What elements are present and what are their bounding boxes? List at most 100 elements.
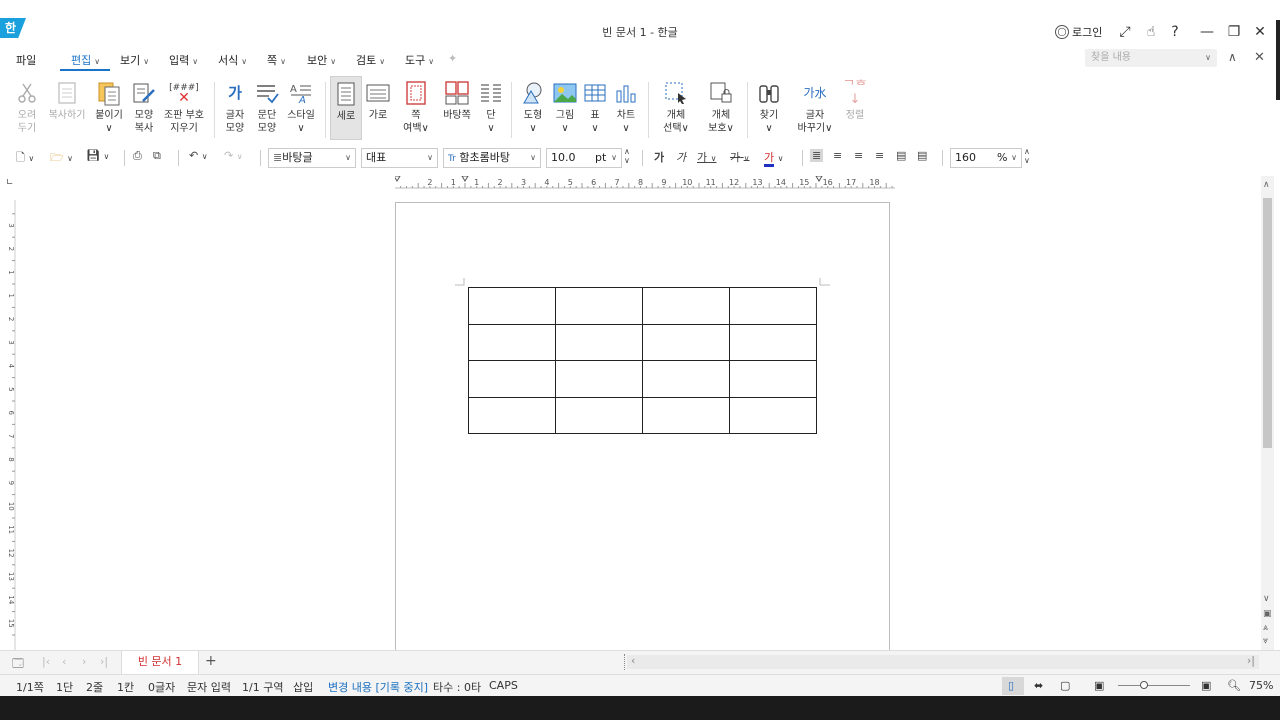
redo-icon[interactable]: ↷ ∨: [224, 149, 243, 162]
menu-insert[interactable]: 입력 ∨: [169, 52, 198, 68]
extension-icon[interactable]: ✦: [448, 52, 457, 65]
underline-button[interactable]: 가 ∨: [697, 149, 716, 165]
chart-button[interactable]: 차트 ∨: [613, 80, 639, 135]
table-cell[interactable]: [729, 360, 817, 398]
print-preview-icon[interactable]: ⧉: [153, 149, 161, 163]
select-object-button[interactable]: 개체 선택∨: [660, 80, 692, 135]
status-insert[interactable]: 삽입: [293, 679, 313, 695]
login-button[interactable]: ◯ 로그인: [1055, 23, 1102, 41]
line-spacing-input[interactable]: 160 % ∨: [950, 148, 1022, 168]
table-cell[interactable]: [555, 396, 643, 434]
add-tab-button[interactable]: +: [205, 653, 217, 669]
collapse-ribbon-icon[interactable]: ∧: [1228, 50, 1237, 64]
table-cell[interactable]: [468, 287, 556, 325]
menu-file[interactable]: 파일: [16, 52, 36, 68]
search-input[interactable]: 찾을 내용 ∨: [1085, 49, 1217, 67]
strikethrough-button[interactable]: 가 ∨: [730, 149, 749, 165]
fullscreen-icon[interactable]: ⤢: [1115, 22, 1135, 42]
next-tab-icon[interactable]: ›: [82, 655, 86, 668]
find-button[interactable]: 찾기 ∨: [756, 80, 782, 135]
language-select[interactable]: 대표 ∨: [361, 148, 438, 168]
scroll-up-icon[interactable]: ∧: [1263, 180, 1270, 190]
close-ribbon-icon[interactable]: ✕: [1254, 50, 1265, 65]
vertical-scrollbar[interactable]: ∧ ∨ ▣ ⩓ ⩔: [1261, 176, 1274, 650]
replace-char-button[interactable]: 가水 글자 바꾸기∨: [795, 80, 835, 135]
cut-button[interactable]: 오려 두기: [12, 80, 42, 135]
table-cell[interactable]: [555, 323, 643, 361]
columns-button[interactable]: 단 ∨: [479, 80, 503, 135]
sort-button[interactable]: ᄀᄒ↓ 정렬: [842, 80, 868, 122]
align-distribute-icon[interactable]: ▤: [896, 149, 906, 162]
first-tab-icon[interactable]: |‹: [42, 655, 50, 668]
table-cell[interactable]: [729, 323, 817, 361]
table-cell[interactable]: [642, 396, 730, 434]
copy-button[interactable]: 복사하기: [46, 80, 88, 122]
page-border-button[interactable]: 바탕쪽: [440, 80, 474, 122]
font-size-stepper[interactable]: ∧ ∨: [624, 147, 630, 165]
status-page[interactable]: 1/1쪽: [16, 679, 44, 695]
scroll-down-icon[interactable]: ∨: [1263, 594, 1270, 604]
line-spacing-stepper[interactable]: ∧ ∨: [1024, 147, 1030, 165]
open-folder-icon[interactable]: 🗁 ∨: [50, 149, 73, 168]
table-cell[interactable]: [729, 287, 817, 325]
tab-document-1[interactable]: 빈 문서 1: [121, 651, 199, 674]
prev-tab-icon[interactable]: ‹: [62, 655, 66, 668]
status-input-mode[interactable]: 문자 입력: [187, 679, 231, 695]
menu-edit[interactable]: 편집 ∨: [71, 52, 100, 68]
fit-page-icon[interactable]: ▢: [1060, 679, 1070, 692]
char-shape-button[interactable]: 가 글자 모양: [222, 80, 248, 135]
table-cell[interactable]: [468, 360, 556, 398]
zoom-options-icon[interactable]: ▣: [1094, 679, 1104, 692]
vertical-ruler[interactable]: 321123456789101112131415: [4, 200, 18, 650]
document-table[interactable]: [468, 287, 817, 434]
table-cell[interactable]: [555, 360, 643, 398]
last-tab-icon[interactable]: ›|: [100, 655, 108, 668]
save-icon[interactable]: 💾︎ ∨: [86, 149, 109, 162]
paste-button[interactable]: 붙이기 ∨: [93, 80, 125, 135]
table-cell[interactable]: [642, 360, 730, 398]
align-left-icon[interactable]: ≡: [833, 149, 842, 162]
status-track-changes[interactable]: 변경 내용 [기록 중지]: [328, 679, 428, 695]
align-right-icon[interactable]: ≡: [875, 149, 884, 162]
scroll-right-icon[interactable]: ›|: [1247, 654, 1255, 667]
align-divide-icon[interactable]: ▤: [917, 149, 927, 162]
menu-format[interactable]: 서식 ∨: [218, 52, 247, 68]
zoom-slider[interactable]: [1118, 685, 1190, 686]
align-center-icon[interactable]: ≡: [854, 149, 863, 162]
new-doc-icon[interactable]: 🗋 ∨: [16, 149, 34, 168]
italic-button[interactable]: 가: [676, 149, 686, 165]
style-button[interactable]: AA 스타일 ∨: [285, 80, 317, 135]
clear-code-button[interactable]: [###] ✕ 조판 부호 지우기: [162, 80, 206, 135]
table-cell[interactable]: [642, 287, 730, 325]
menu-tools[interactable]: 도구 ∨: [405, 52, 434, 68]
help-icon[interactable]: ?: [1165, 22, 1185, 42]
menu-security[interactable]: 보안 ∨: [307, 52, 336, 68]
horizontal-scrollbar[interactable]: ‹ ›|: [627, 654, 1259, 669]
table-cell[interactable]: [555, 287, 643, 325]
zoom-search-icon[interactable]: 🔍︎: [1227, 679, 1241, 692]
undo-icon[interactable]: ↶ ∨: [189, 149, 208, 162]
format-copy-button[interactable]: 모양 복사: [130, 80, 158, 135]
vertical-scroll-thumb[interactable]: [1263, 198, 1272, 448]
right-margin-marker[interactable]: [815, 176, 823, 182]
indent-marker[interactable]: [461, 176, 469, 182]
table-cell[interactable]: [642, 323, 730, 361]
menu-page[interactable]: 쪽 ∨: [267, 52, 286, 68]
text-color-button[interactable]: 가 ∨: [764, 149, 783, 167]
page-margin-button[interactable]: 쪽 여백∨: [402, 80, 430, 135]
status-zoom[interactable]: 75%: [1249, 679, 1273, 692]
zoom-slider-thumb[interactable]: [1140, 681, 1148, 689]
scroll-left-icon[interactable]: ‹: [631, 654, 635, 667]
table-button[interactable]: 표 ∨: [583, 80, 607, 135]
next-page-icon[interactable]: ⩔: [1263, 636, 1268, 646]
bold-button[interactable]: 가: [654, 149, 664, 165]
touch-mode-icon[interactable]: ☝: [1141, 22, 1161, 42]
menu-view[interactable]: 보기 ∨: [120, 52, 149, 68]
horizontal-ruler[interactable]: 2 1 1 2 3 4 5 6 7 8 9 10 11 12 13 14 15 16 17 18: [395, 176, 895, 192]
picture-button[interactable]: 그림 ∨: [551, 80, 579, 135]
tab-list-icon[interactable]: 🗔: [12, 655, 24, 674]
print-icon[interactable]: ⎙: [133, 149, 142, 163]
minimize-icon[interactable]: —: [1197, 22, 1217, 42]
close-icon[interactable]: ✕: [1250, 22, 1270, 42]
menu-review[interactable]: 검토 ∨: [356, 52, 385, 68]
